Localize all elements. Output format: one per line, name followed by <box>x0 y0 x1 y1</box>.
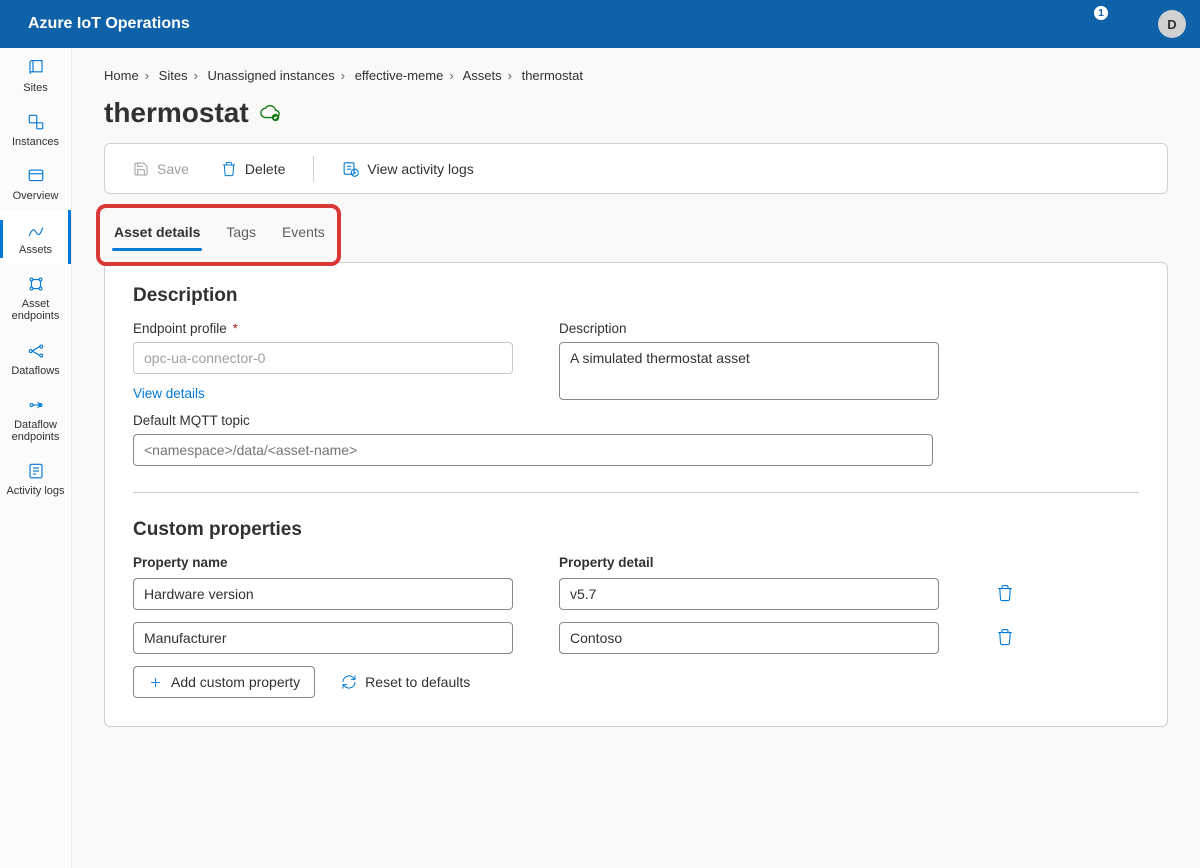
property-name-input[interactable] <box>133 622 513 654</box>
sidebar-item-label: Asset endpoints <box>2 298 69 322</box>
notification-badge: 1 <box>1094 6 1108 20</box>
property-detail-input[interactable] <box>559 578 939 610</box>
breadcrumb-item[interactable]: Sites <box>159 68 188 83</box>
trash-icon <box>996 584 1014 602</box>
bell-icon <box>1123 15 1141 33</box>
page-title: thermostat <box>104 97 249 129</box>
endpoint-profile-input[interactable] <box>133 342 513 374</box>
app-title: Azure IoT Operations <box>28 15 190 33</box>
sidebar-item-label: Assets <box>19 244 52 256</box>
gear-icon <box>1003 15 1021 33</box>
sidebar-item-overview[interactable]: Overview <box>0 156 71 210</box>
sidebar-item-asset-endpoints[interactable]: Asset endpoints <box>0 264 71 330</box>
notifications-button[interactable] <box>1112 0 1152 48</box>
required-indicator: * <box>233 321 238 336</box>
sidebar-item-sites[interactable]: Sites <box>0 48 71 102</box>
view-details-link[interactable]: View details <box>133 386 513 401</box>
delete-property-button[interactable] <box>996 584 1014 605</box>
activity-logs-icon <box>25 461 47 481</box>
map-icon <box>25 58 47 78</box>
settings-button[interactable] <box>992 0 1032 48</box>
breadcrumb-item[interactable]: Unassigned instances <box>208 68 335 83</box>
tab-tags[interactable]: Tags <box>224 218 258 250</box>
assets-icon <box>25 220 47 240</box>
sidebar-item-label: Activity logs <box>6 485 64 497</box>
delete-property-button[interactable] <box>996 628 1014 649</box>
tab-events[interactable]: Events <box>280 218 327 250</box>
trash-icon <box>221 161 237 177</box>
property-row <box>133 578 1139 610</box>
view-logs-label: View activity logs <box>367 161 473 177</box>
property-row <box>133 622 1139 654</box>
custom-properties-heading: Custom properties <box>133 519 1139 541</box>
property-name-input[interactable] <box>133 578 513 610</box>
mqtt-label: Default MQTT topic <box>133 413 939 428</box>
breadcrumb-item[interactable]: effective-meme <box>355 68 444 83</box>
avatar[interactable]: D <box>1158 10 1186 38</box>
feedback-button[interactable]: 1 <box>1072 0 1112 48</box>
tab-asset-details[interactable]: Asset details <box>112 218 202 250</box>
help-button[interactable] <box>1032 0 1072 48</box>
add-custom-property-button[interactable]: Add custom property <box>133 666 315 698</box>
cloud-sync-icon <box>259 101 281 126</box>
add-property-label: Add custom property <box>171 674 300 690</box>
property-detail-input[interactable] <box>559 622 939 654</box>
description-heading: Description <box>133 285 1139 307</box>
sidebar-item-assets[interactable]: Assets <box>0 210 71 264</box>
logs-icon <box>342 160 359 177</box>
sidebar-item-dataflows[interactable]: Dataflows <box>0 331 71 385</box>
sidebar-item-label: Dataflow endpoints <box>2 419 69 443</box>
properties-detail-header: Property detail <box>559 555 939 570</box>
separator <box>313 156 314 182</box>
divider <box>133 492 1139 493</box>
properties-name-header: Property name <box>133 555 513 570</box>
delete-label: Delete <box>245 161 285 177</box>
dataflows-icon <box>25 341 47 361</box>
asset-endpoints-icon <box>25 274 47 294</box>
global-header: Azure IoT Operations 1 D <box>0 0 1200 48</box>
description-textarea[interactable] <box>559 342 939 400</box>
sidebar-item-dataflow-endpoints[interactable]: Dataflow endpoints <box>0 385 71 451</box>
save-icon <box>133 161 149 177</box>
save-label: Save <box>157 161 189 177</box>
refresh-icon <box>341 674 357 690</box>
sidebar-item-label: Instances <box>12 136 59 148</box>
help-icon <box>1043 15 1061 33</box>
details-card: Description Endpoint profile * View deta… <box>104 262 1168 727</box>
endpoint-profile-label: Endpoint profile <box>133 321 227 336</box>
dataflow-endpoints-icon <box>25 395 47 415</box>
view-activity-logs-button[interactable]: View activity logs <box>330 154 485 183</box>
sidebar-item-instances[interactable]: Instances <box>0 102 71 156</box>
main-content: Home› Sites› Unassigned instances› effec… <box>72 48 1200 868</box>
action-bar: Save Delete View activity logs <box>104 143 1168 194</box>
breadcrumb: Home› Sites› Unassigned instances› effec… <box>104 68 1168 83</box>
tabs: Asset details Tags Events <box>112 218 1160 250</box>
breadcrumb-item[interactable]: Assets <box>463 68 502 83</box>
overview-icon <box>25 166 47 186</box>
description-label: Description <box>559 321 939 336</box>
trash-icon <box>996 628 1014 646</box>
instances-icon <box>25 112 47 132</box>
breadcrumb-item[interactable]: Home <box>104 68 139 83</box>
reset-label: Reset to defaults <box>365 674 470 690</box>
breadcrumb-current: thermostat <box>522 68 583 83</box>
reset-to-defaults-button[interactable]: Reset to defaults <box>331 666 480 698</box>
sidebar-item-activity-logs[interactable]: Activity logs <box>0 451 71 505</box>
delete-button[interactable]: Delete <box>209 155 297 183</box>
sidebar-item-label: Dataflows <box>11 365 59 377</box>
plus-icon <box>148 675 163 690</box>
sidebar: Sites Instances Overview Assets Asset en… <box>0 48 72 868</box>
sidebar-item-label: Overview <box>13 190 59 202</box>
sidebar-item-label: Sites <box>23 82 47 94</box>
save-button[interactable]: Save <box>121 155 201 183</box>
mqtt-topic-input[interactable] <box>133 434 933 466</box>
